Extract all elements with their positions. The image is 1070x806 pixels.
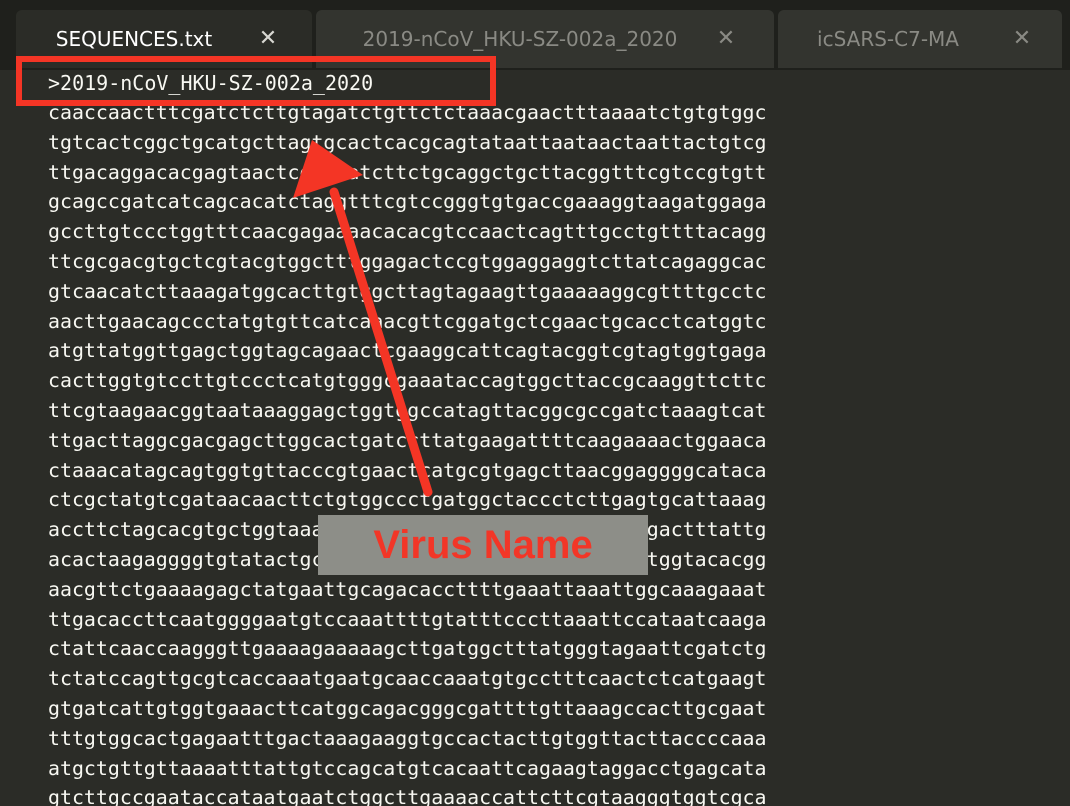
- virus-name-highlight-box: [16, 56, 496, 106]
- tab-label: 2019-nCoV_HKU-SZ-002a_2020: [362, 27, 678, 51]
- sequence-text: caaccaactttcgatctcttgtagatctgttctctaaacg…: [48, 101, 767, 806]
- tab-label: SEQUENCES.txt: [55, 27, 213, 51]
- close-icon[interactable]: ✕: [256, 24, 280, 54]
- text-editor[interactable]: >2019-nCoV_HKU-SZ-002a_2020 caaccaactttc…: [0, 68, 1070, 806]
- tab-label: icSARS-C7-MA: [817, 27, 959, 51]
- close-icon[interactable]: ✕: [1010, 24, 1034, 54]
- tab-icsars[interactable]: icSARS-C7-MA ✕: [778, 10, 1062, 68]
- close-icon[interactable]: ✕: [714, 24, 738, 54]
- virus-name-callout: Virus Name: [318, 515, 648, 575]
